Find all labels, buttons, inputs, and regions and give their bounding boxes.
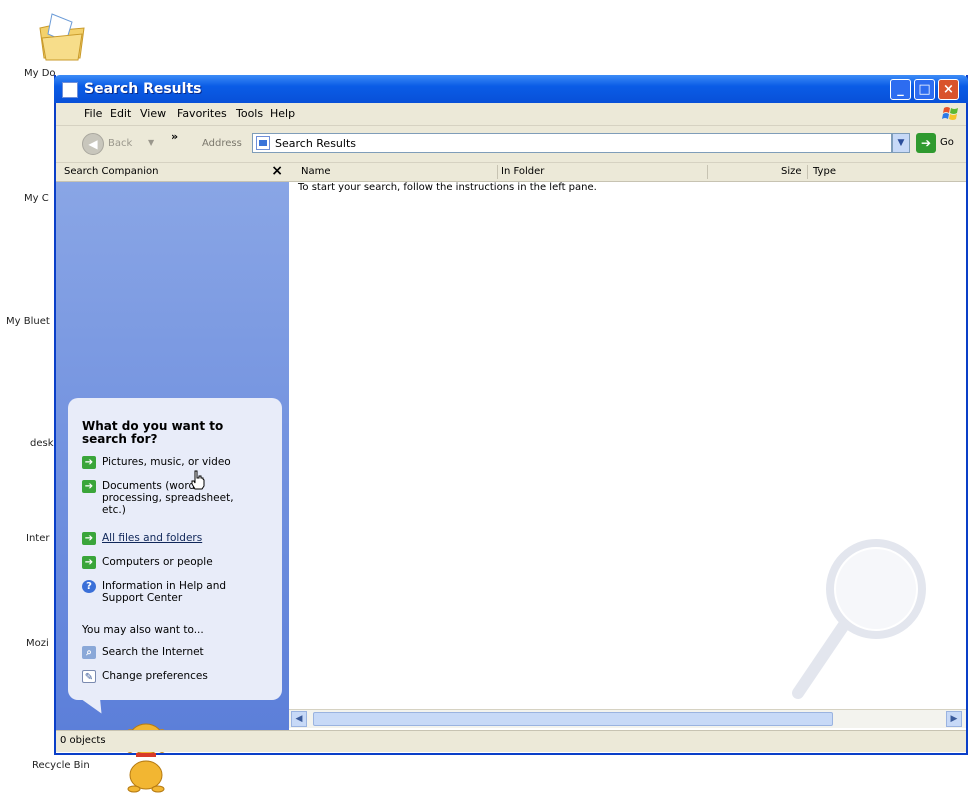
results-hint: To start your search, follow the instruc… (298, 182, 597, 193)
desktop-icon-label[interactable]: Inter (26, 533, 49, 544)
menu-view[interactable]: View (140, 107, 166, 120)
option-label[interactable]: Change preferences (102, 670, 272, 682)
window-title: Search Results (84, 81, 202, 97)
search-icon: ⌕ (82, 646, 96, 659)
menu-edit[interactable]: Edit (110, 107, 131, 120)
desktop-icon-label[interactable]: My Bluet (6, 316, 50, 327)
address-label: Address (202, 138, 242, 149)
preferences-icon: ✎ (82, 670, 96, 683)
maximize-button[interactable]: □ (914, 79, 935, 100)
title-bar[interactable]: Search Results _ □ × (54, 75, 968, 103)
arrow-icon: ➔ (82, 456, 96, 469)
desktop-icon-label[interactable]: My C (24, 193, 49, 204)
results-column-header: Name In Folder Size Type (289, 163, 966, 182)
column-separator[interactable] (497, 165, 498, 179)
arrow-icon: ➔ (82, 556, 96, 569)
recycle-bin-label[interactable]: Recycle Bin (32, 760, 90, 771)
toolbar: ◀ Back ▼ » Address Search Results ▼ ➔ Go (56, 126, 966, 163)
option-label[interactable]: Search the Internet (102, 646, 272, 658)
address-dropdown-button[interactable]: ▼ (892, 133, 910, 153)
horizontal-scrollbar[interactable]: ◀ ▶ (289, 709, 966, 728)
help-icon: ? (82, 580, 96, 593)
desktop-icon-label[interactable]: desk (30, 438, 54, 449)
option-label[interactable]: Pictures, music, or video (102, 456, 272, 468)
column-name[interactable]: Name (301, 166, 331, 177)
close-button[interactable]: × (938, 79, 959, 100)
magnifier-watermark-icon (792, 539, 926, 699)
pane-header: Search Companion × (56, 163, 289, 182)
menu-help[interactable]: Help (270, 107, 295, 120)
option-label[interactable]: Information in Help and Support Center (102, 580, 232, 604)
search-companion-pane: Search Companion × What do you want to s… (56, 163, 289, 793)
desktop-icon-label[interactable]: Mozi (26, 638, 49, 649)
menu-file[interactable]: File (84, 107, 102, 120)
go-button[interactable]: Go (940, 137, 954, 148)
search-dog-icon[interactable] (116, 713, 176, 793)
address-value: Search Results (275, 137, 357, 150)
search-options-bubble: What do you want to search for? ➔ Pictur… (68, 398, 282, 700)
desktop-icon-label[interactable]: My Do (24, 68, 56, 79)
minimize-button[interactable]: _ (890, 79, 911, 100)
menu-favorites[interactable]: Favorites (177, 107, 227, 120)
hand-cursor-icon (191, 470, 205, 490)
search-results-window: Search Results _ □ × File Edit View Favo… (54, 75, 968, 793)
column-size[interactable]: Size (781, 166, 802, 177)
object-count: 0 objects (60, 735, 106, 746)
menu-bar: File Edit View Favorites Tools Help (56, 103, 966, 126)
back-dropdown-icon[interactable]: ▼ (148, 138, 154, 147)
search-results-icon (256, 136, 270, 150)
folder-icon[interactable] (38, 8, 86, 64)
arrow-icon: ➔ (82, 532, 96, 545)
toolbar-overflow-icon[interactable]: » (171, 130, 178, 143)
go-arrow-icon[interactable]: ➔ (916, 133, 936, 153)
option-label[interactable]: Computers or people (102, 556, 272, 568)
column-type[interactable]: Type (813, 166, 836, 177)
back-button[interactable]: ◀ (82, 133, 104, 155)
search-window-icon (62, 82, 78, 98)
arrow-icon: ➔ (82, 480, 96, 493)
option-label[interactable]: Documents (word processing, spreadsheet,… (102, 480, 242, 516)
also-want-label: You may also want to... (82, 624, 204, 636)
back-label[interactable]: Back (108, 138, 132, 149)
column-separator[interactable] (707, 165, 708, 179)
scroll-left-button[interactable]: ◀ (291, 711, 307, 727)
pane-title: Search Companion (64, 166, 159, 177)
close-pane-icon[interactable]: × (271, 163, 283, 179)
menu-tools[interactable]: Tools (236, 107, 263, 120)
search-question: What do you want to search for? (82, 419, 224, 446)
address-bar[interactable]: Search Results (252, 133, 892, 153)
option-label[interactable]: All files and folders (102, 532, 272, 544)
scrollbar-thumb[interactable] (313, 712, 833, 726)
column-in-folder[interactable]: In Folder (501, 166, 544, 177)
windows-logo-icon (942, 107, 958, 120)
column-separator[interactable] (807, 165, 808, 179)
status-bar: 0 objects (56, 730, 966, 752)
scroll-right-button[interactable]: ▶ (946, 711, 962, 727)
